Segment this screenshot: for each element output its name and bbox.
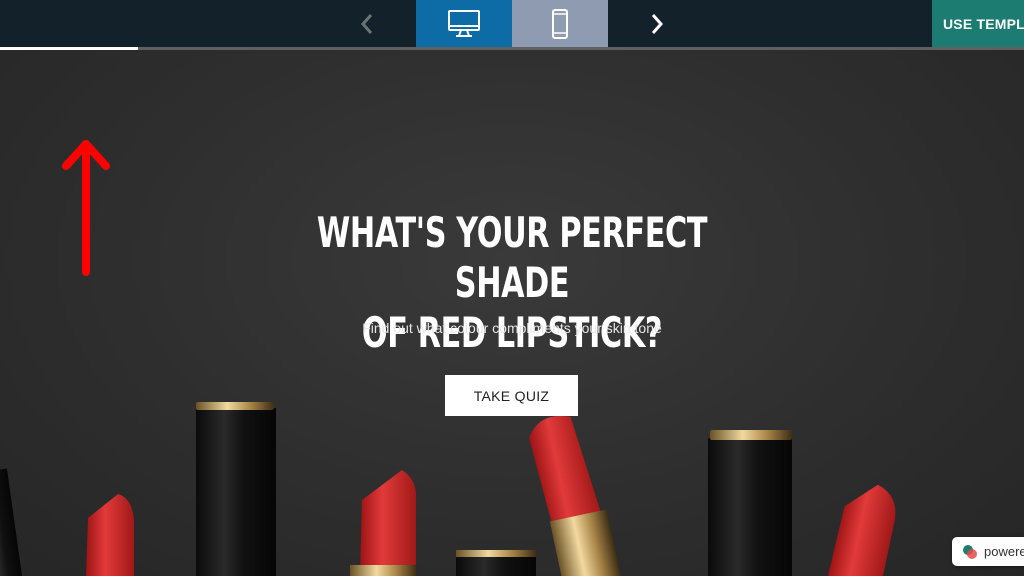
next-button[interactable]	[632, 0, 682, 48]
desktop-view-button[interactable]	[416, 0, 512, 48]
hero-section: WHAT'S YOUR PERFECT SHADE OF RED LIPSTIC…	[0, 50, 1024, 576]
powered-by-badge[interactable]: powered	[952, 537, 1024, 566]
mobile-view-button[interactable]	[512, 0, 608, 48]
previous-button[interactable]	[342, 0, 392, 48]
take-quiz-button[interactable]: TAKE QUIZ	[445, 375, 578, 416]
logo-icon	[963, 544, 977, 559]
chevron-left-icon	[360, 14, 373, 34]
desktop-monitor-icon	[448, 10, 480, 37]
powered-by-label: powered	[984, 544, 1024, 559]
use-template-button[interactable]: USE TEMPLATE	[932, 0, 1024, 48]
mobile-phone-icon	[552, 9, 568, 39]
hero-subtitle: Find out what colour compliments your sk…	[362, 320, 662, 336]
chevron-right-icon	[651, 14, 664, 34]
top-toolbar: USE TEMPLATE	[0, 0, 1024, 50]
red-up-arrow-icon	[62, 140, 110, 276]
